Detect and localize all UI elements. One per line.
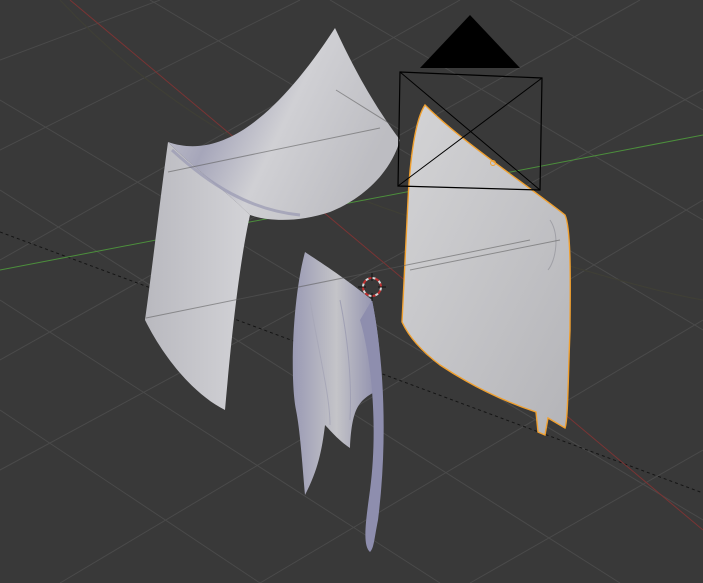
drape-body [292, 252, 380, 495]
3d-viewport[interactable] [0, 0, 703, 583]
cloth-drape-object[interactable] [292, 252, 384, 552]
viewport-canvas[interactable] [0, 0, 703, 583]
camera-up-triangle [420, 15, 520, 68]
cloth-panel-object[interactable] [401, 103, 571, 436]
panel-surface [401, 103, 571, 436]
